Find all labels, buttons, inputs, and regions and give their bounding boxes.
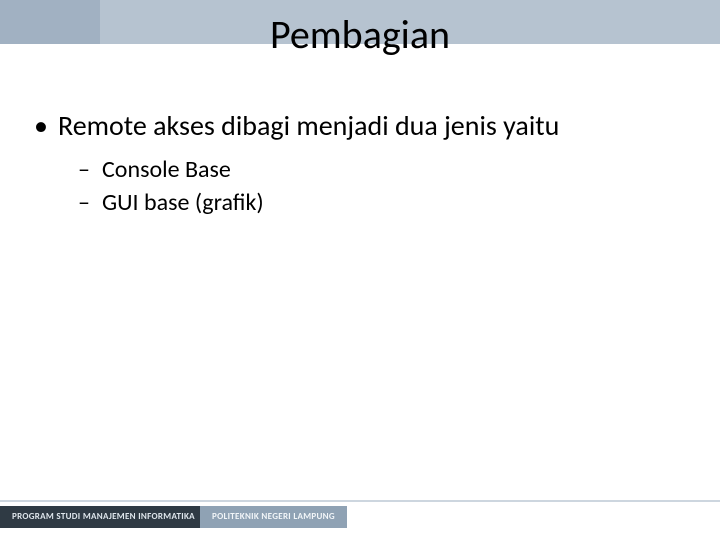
slide-body: •Remote akses dibagi menjadi dua jenis y…: [34, 108, 686, 219]
footer-program-label: PROGRAM STUDI MANAJEMEN INFORMATIKA: [0, 506, 207, 528]
sub-bullet-text: Console Base: [102, 155, 231, 184]
sub-bullet-text: GUI base (grafik): [102, 188, 264, 217]
slide-footer: PROGRAM STUDI MANAJEMEN INFORMATIKA POLI…: [0, 506, 720, 528]
sub-bullet-item: –GUI base (grafik): [78, 187, 686, 219]
sub-bullet-list: –Console Base –GUI base (grafik): [78, 154, 686, 219]
bullet-dot-icon: •: [34, 108, 58, 144]
bullet-level-1: •Remote akses dibagi menjadi dua jenis y…: [34, 108, 686, 144]
sub-bullet-item: –Console Base: [78, 154, 686, 186]
footer-institution-label: POLITEKNIK NEGERI LAMPUNG: [200, 506, 347, 528]
slide-title: Pembagian: [0, 10, 720, 59]
dash-icon: –: [78, 154, 102, 186]
footer-divider: [0, 500, 720, 502]
dash-icon: –: [78, 187, 102, 219]
bullet-text: Remote akses dibagi menjadi dua jenis ya…: [58, 108, 559, 143]
